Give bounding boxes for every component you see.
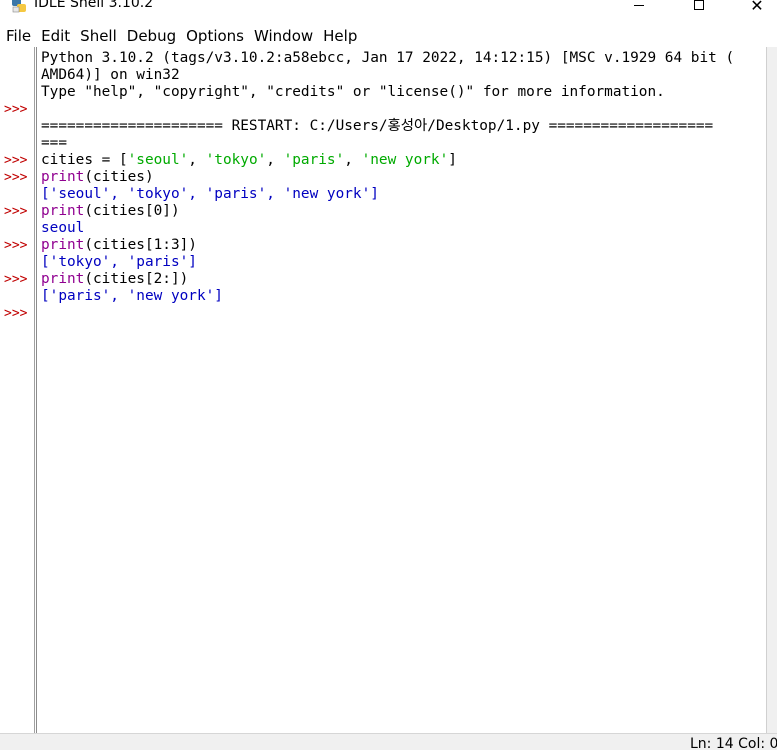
shell-editor[interactable]: >>> >>> >>> >>> >>> >>> >>> Python 3.10.…	[0, 47, 777, 733]
python-idle-icon	[12, 0, 26, 13]
prompt-marker: >>>	[4, 306, 28, 321]
menu-shell[interactable]: Shell	[75, 25, 122, 47]
output-line: seoul	[41, 220, 85, 236]
code-line: print(cities[2:])	[41, 271, 189, 287]
maximize-icon	[694, 0, 704, 10]
menu-bar: File Edit Shell Debug Options Window Hel…	[0, 25, 777, 47]
prompt-marker: >>>	[4, 238, 28, 253]
menu-debug[interactable]: Debug	[122, 25, 181, 47]
window-title: IDLE Shell 3.10.2	[34, 0, 154, 11]
title-bar: IDLE Shell 3.10.2 ✕	[0, 0, 777, 18]
code-line: print(cities[1:3])	[41, 237, 197, 253]
prompt-marker: >>>	[4, 102, 28, 117]
output-line: ['tokyo', 'paris']	[41, 254, 197, 270]
gutter-divider	[34, 47, 35, 733]
shell-text[interactable]: Python 3.10.2 (tags/v3.10.2:a58ebcc, Jan…	[41, 50, 766, 305]
prompt-marker: >>>	[4, 272, 28, 287]
output-line: ['seoul', 'tokyo', 'paris', 'new york']	[41, 186, 379, 202]
menu-edit[interactable]: Edit	[36, 25, 75, 47]
code-line: print(cities[0])	[41, 203, 180, 219]
close-button[interactable]: ✕	[734, 0, 777, 16]
restart-line: ===================== RESTART: C:/Users/…	[41, 118, 714, 134]
vertical-scrollbar[interactable]	[766, 47, 777, 733]
gutter-divider	[36, 47, 37, 733]
minimize-button[interactable]	[616, 0, 662, 16]
close-icon: ✕	[750, 0, 764, 15]
banner-line: Type "help", "copyright", "credits" or "…	[41, 84, 665, 100]
menu-file[interactable]: File	[0, 25, 36, 47]
status-bar: Ln: 14 Col: 0	[0, 733, 777, 752]
banner-line: AMD64)] on win32	[41, 67, 180, 83]
maximize-button[interactable]	[676, 0, 722, 16]
menu-help[interactable]: Help	[318, 25, 362, 47]
output-line: ['paris', 'new york']	[41, 288, 223, 304]
menu-options[interactable]: Options	[181, 25, 249, 47]
banner-line: Python 3.10.2 (tags/v3.10.2:a58ebcc, Jan…	[41, 50, 735, 66]
prompt-marker: >>>	[4, 170, 28, 185]
menu-window[interactable]: Window	[249, 25, 318, 47]
prompt-marker: >>>	[4, 153, 28, 168]
prompt-marker: >>>	[4, 204, 28, 219]
restart-line: ===	[41, 135, 67, 151]
minimize-icon	[634, 4, 644, 6]
code-line: cities = ['seoul', 'tokyo', 'paris', 'ne…	[41, 152, 457, 168]
code-line: print(cities)	[41, 169, 154, 185]
prompt-gutter: >>> >>> >>> >>> >>> >>> >>>	[0, 47, 34, 733]
